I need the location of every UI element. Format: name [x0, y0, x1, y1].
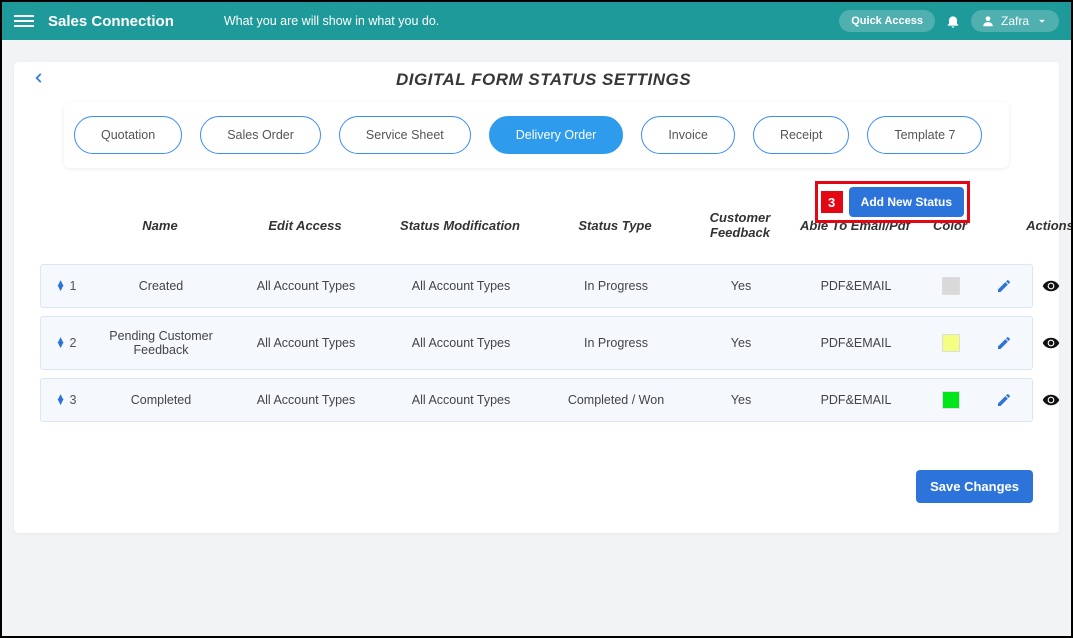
cell-feedback: Yes	[691, 336, 791, 350]
color-swatch[interactable]	[942, 391, 960, 409]
cell-actions	[981, 277, 1071, 295]
chevron-down-icon	[1035, 14, 1049, 28]
cell-status-mod: All Account Types	[381, 336, 541, 350]
step-callout: 3 Add New Status	[815, 181, 970, 223]
bell-icon[interactable]	[945, 13, 961, 29]
row-order[interactable]: ▲▼3	[41, 393, 91, 407]
cell-status-type: Completed / Won	[541, 393, 691, 407]
add-new-status-button[interactable]: Add New Status	[849, 187, 964, 217]
cell-email-pdf: PDF&EMAIL	[791, 336, 921, 350]
color-swatch[interactable]	[942, 277, 960, 295]
tab-receipt[interactable]: Receipt	[753, 116, 849, 154]
cell-status-mod: All Account Types	[381, 279, 541, 293]
edit-icon[interactable]	[996, 392, 1012, 408]
cell-name: Pending Customer Feedback	[91, 329, 231, 357]
edit-icon[interactable]	[996, 278, 1012, 294]
cell-edit-access: All Account Types	[231, 393, 381, 407]
column-header: Status Type	[540, 218, 690, 233]
cell-status-type: In Progress	[541, 336, 691, 350]
page-title: DIGITAL FORM STATUS SETTINGS	[46, 70, 1041, 90]
tab-sales-order[interactable]: Sales Order	[200, 116, 321, 154]
tagline: What you are will show in what you do.	[224, 14, 439, 28]
cell-actions	[981, 334, 1071, 352]
cell-feedback: Yes	[691, 393, 791, 407]
column-header: Name	[90, 218, 230, 233]
tab-template-7[interactable]: Template 7	[867, 116, 982, 154]
cell-actions	[981, 391, 1071, 409]
form-type-tabs: Quotation Sales Order Service Sheet Deliver…	[64, 102, 1009, 168]
cell-color	[921, 277, 981, 295]
tab-delivery-order[interactable]: Delivery Order	[489, 116, 624, 154]
column-header: Status Modification	[380, 218, 540, 233]
brand-name: Sales Connection	[48, 13, 174, 30]
save-changes-button[interactable]: Save Changes	[916, 470, 1033, 503]
cell-edit-access: All Account Types	[231, 336, 381, 350]
topbar: Sales Connection What you are will show …	[2, 2, 1071, 40]
column-header: Edit Access	[230, 218, 380, 233]
tab-quotation[interactable]: Quotation	[74, 116, 182, 154]
sort-handle-icon[interactable]: ▲▼	[56, 395, 66, 405]
status-table: NameEdit AccessStatus ModificationStatus…	[40, 202, 1033, 422]
cell-color	[921, 391, 981, 409]
settings-card: DIGITAL FORM STATUS SETTINGS Quotation Sa…	[14, 62, 1059, 533]
back-icon[interactable]	[32, 71, 46, 90]
tab-service-sheet[interactable]: Service Sheet	[339, 116, 471, 154]
sort-handle-icon[interactable]: ▲▼	[56, 338, 66, 348]
cell-color	[921, 334, 981, 352]
user-name: Zafra	[1001, 14, 1029, 28]
step-number: 3	[821, 191, 843, 213]
cell-email-pdf: PDF&EMAIL	[791, 279, 921, 293]
user-menu[interactable]: Zafra	[971, 10, 1059, 32]
cell-status-type: In Progress	[541, 279, 691, 293]
user-icon	[981, 14, 995, 28]
cell-name: Created	[91, 279, 231, 293]
edit-icon[interactable]	[996, 335, 1012, 351]
row-order[interactable]: ▲▼1	[41, 279, 91, 293]
cell-email-pdf: PDF&EMAIL	[791, 393, 921, 407]
cell-edit-access: All Account Types	[231, 279, 381, 293]
cell-status-mod: All Account Types	[381, 393, 541, 407]
view-icon[interactable]	[1042, 277, 1060, 295]
view-icon[interactable]	[1042, 334, 1060, 352]
hamburger-icon[interactable]	[14, 11, 34, 31]
table-row: ▲▼3CompletedAll Account TypesAll Account…	[40, 378, 1033, 422]
view-icon[interactable]	[1042, 391, 1060, 409]
tab-invoice[interactable]: Invoice	[641, 116, 735, 154]
column-header: Customer Feedback	[690, 210, 790, 240]
table-row: ▲▼2Pending Customer FeedbackAll Account …	[40, 316, 1033, 370]
cell-feedback: Yes	[691, 279, 791, 293]
quick-access-button[interactable]: Quick Access	[839, 10, 935, 32]
page-body: DIGITAL FORM STATUS SETTINGS Quotation Sa…	[2, 40, 1071, 636]
sort-handle-icon[interactable]: ▲▼	[56, 281, 66, 291]
column-header: Actions	[980, 218, 1071, 233]
row-order[interactable]: ▲▼2	[41, 336, 91, 350]
table-row: ▲▼1CreatedAll Account TypesAll Account T…	[40, 264, 1033, 308]
color-swatch[interactable]	[942, 334, 960, 352]
cell-name: Completed	[91, 393, 231, 407]
